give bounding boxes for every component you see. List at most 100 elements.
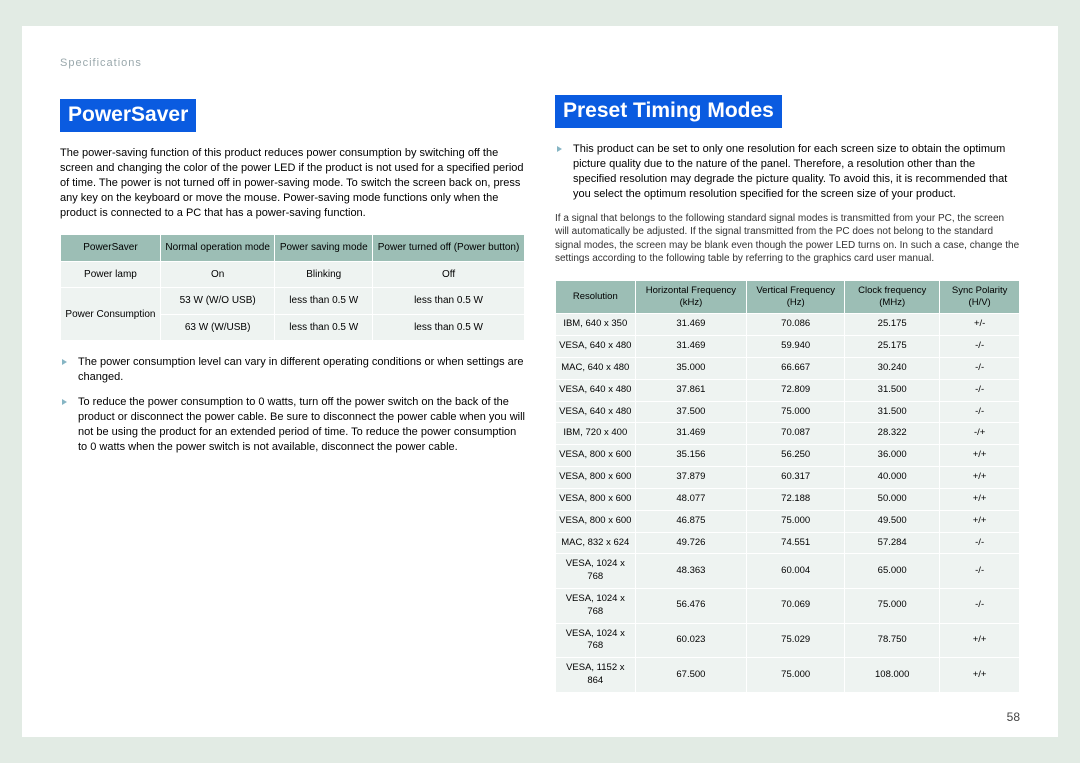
table-cell: -/- xyxy=(940,588,1020,623)
table-cell: 35.000 xyxy=(635,358,747,380)
table-row: VESA, 800 x 60037.87960.31740.000+/+ xyxy=(556,467,1020,489)
table-cell: 53 W (W/O USB) xyxy=(160,288,275,315)
table-cell: VESA, 1024 x 768 xyxy=(556,554,636,589)
table-row: VESA, 640 x 48037.50075.00031.500-/- xyxy=(556,401,1020,423)
table-cell: -/- xyxy=(940,532,1020,554)
right-column: Preset Timing Modes This product can be … xyxy=(555,56,1020,717)
powersaver-intro: The power-saving function of this produc… xyxy=(60,146,525,220)
table-cell: VESA, 640 x 480 xyxy=(556,336,636,358)
table-cell: VESA, 800 x 600 xyxy=(556,445,636,467)
table-cell: 50.000 xyxy=(845,488,940,510)
table-row: VESA, 1152 x 86467.50075.000108.000+/+ xyxy=(556,658,1020,693)
table-cell: -/- xyxy=(940,401,1020,423)
table-cell: VESA, 1024 x 768 xyxy=(556,588,636,623)
table-cell: 49.726 xyxy=(635,532,747,554)
timing-table: ResolutionHorizontal Frequency (kHz)Vert… xyxy=(555,280,1020,693)
table-row: Power Consumption53 W (W/O USB)less than… xyxy=(61,288,525,315)
table-cell: VESA, 640 x 480 xyxy=(556,401,636,423)
table-header: Clock frequency (MHz) xyxy=(845,280,940,314)
table-cell: 65.000 xyxy=(845,554,940,589)
table-cell: 49.500 xyxy=(845,510,940,532)
table-header: Resolution xyxy=(556,280,636,314)
table-cell: 31.469 xyxy=(635,314,747,336)
powersaver-heading: PowerSaver xyxy=(60,99,196,132)
table-cell: 48.363 xyxy=(635,554,747,589)
table-cell: 70.086 xyxy=(747,314,845,336)
note-item: The power consumption level can vary in … xyxy=(60,355,525,385)
table-cell: -/- xyxy=(940,358,1020,380)
table-header: Normal operation mode xyxy=(160,235,275,262)
table-cell: 75.000 xyxy=(747,401,845,423)
table-cell: 37.861 xyxy=(635,379,747,401)
bullet-item: This product can be set to only one reso… xyxy=(555,142,1020,201)
table-cell: -/+ xyxy=(940,423,1020,445)
table-row: VESA, 640 x 48037.86172.80931.500-/- xyxy=(556,379,1020,401)
table-row: MAC, 640 x 48035.00066.66730.240-/- xyxy=(556,358,1020,380)
table-row: IBM, 640 x 35031.46970.08625.175+/- xyxy=(556,314,1020,336)
table-cell: 46.875 xyxy=(635,510,747,532)
table-header: Vertical Frequency (Hz) xyxy=(747,280,845,314)
table-cell: 66.667 xyxy=(747,358,845,380)
table-row: VESA, 800 x 60048.07772.18850.000+/+ xyxy=(556,488,1020,510)
table-cell: On xyxy=(160,261,275,288)
table-cell: VESA, 1152 x 864 xyxy=(556,658,636,693)
table-cell: +/+ xyxy=(940,488,1020,510)
table-cell: +/+ xyxy=(940,467,1020,489)
table-cell: VESA, 640 x 480 xyxy=(556,379,636,401)
table-cell: -/- xyxy=(940,379,1020,401)
table-cell: 59.940 xyxy=(747,336,845,358)
table-cell: less than 0.5 W xyxy=(373,288,525,315)
timing-small-note: If a signal that belongs to the followin… xyxy=(555,212,1020,266)
note-item: To reduce the power consumption to 0 wat… xyxy=(60,395,525,454)
table-cell: 56.250 xyxy=(747,445,845,467)
table-cell: 40.000 xyxy=(845,467,940,489)
table-cell: less than 0.5 W xyxy=(373,314,525,341)
powersaver-table: PowerSaverNormal operation modePower sav… xyxy=(60,234,525,341)
table-header: PowerSaver xyxy=(61,235,161,262)
table-row: VESA, 640 x 48031.46959.94025.175-/- xyxy=(556,336,1020,358)
table-cell: IBM, 720 x 400 xyxy=(556,423,636,445)
table-cell: 70.087 xyxy=(747,423,845,445)
table-cell: 56.476 xyxy=(635,588,747,623)
table-cell: 57.284 xyxy=(845,532,940,554)
powersaver-notes: The power consumption level can vary in … xyxy=(60,355,525,454)
table-cell: 35.156 xyxy=(635,445,747,467)
table-cell: VESA, 1024 x 768 xyxy=(556,623,636,658)
table-cell: IBM, 640 x 350 xyxy=(556,314,636,336)
table-cell: 31.500 xyxy=(845,379,940,401)
table-cell: 31.469 xyxy=(635,423,747,445)
table-cell: 75.029 xyxy=(747,623,845,658)
table-cell: 78.750 xyxy=(845,623,940,658)
table-cell: Off xyxy=(373,261,525,288)
table-cell: 48.077 xyxy=(635,488,747,510)
table-cell: VESA, 800 x 600 xyxy=(556,467,636,489)
table-cell: 75.000 xyxy=(845,588,940,623)
table-row: VESA, 800 x 60035.15656.25036.000+/+ xyxy=(556,445,1020,467)
timing-heading: Preset Timing Modes xyxy=(555,95,782,128)
table-cell: 60.023 xyxy=(635,623,747,658)
table-cell: 28.322 xyxy=(845,423,940,445)
intro-text: The power-saving function of this produc… xyxy=(60,146,525,220)
table-cell: Power Consumption xyxy=(61,288,161,341)
table-header: Power turned off (Power button) xyxy=(373,235,525,262)
left-column: Specifications PowerSaver The power-savi… xyxy=(60,56,525,717)
table-row: VESA, 800 x 60046.87575.00049.500+/+ xyxy=(556,510,1020,532)
table-row: VESA, 1024 x 76856.47670.06975.000-/- xyxy=(556,588,1020,623)
table-cell: 75.000 xyxy=(747,510,845,532)
table-cell: +/- xyxy=(940,314,1020,336)
table-cell: 31.469 xyxy=(635,336,747,358)
table-cell: 72.188 xyxy=(747,488,845,510)
table-header: Power saving mode xyxy=(275,235,373,262)
table-cell: 37.500 xyxy=(635,401,747,423)
table-cell: Blinking xyxy=(275,261,373,288)
table-cell: MAC, 832 x 624 xyxy=(556,532,636,554)
breadcrumb: Specifications xyxy=(60,56,525,71)
table-cell: 37.879 xyxy=(635,467,747,489)
table-cell: +/+ xyxy=(940,445,1020,467)
table-cell: 74.551 xyxy=(747,532,845,554)
table-cell: 31.500 xyxy=(845,401,940,423)
table-cell: 36.000 xyxy=(845,445,940,467)
table-cell: 108.000 xyxy=(845,658,940,693)
table-row: VESA, 1024 x 76860.02375.02978.750+/+ xyxy=(556,623,1020,658)
table-cell: -/- xyxy=(940,554,1020,589)
